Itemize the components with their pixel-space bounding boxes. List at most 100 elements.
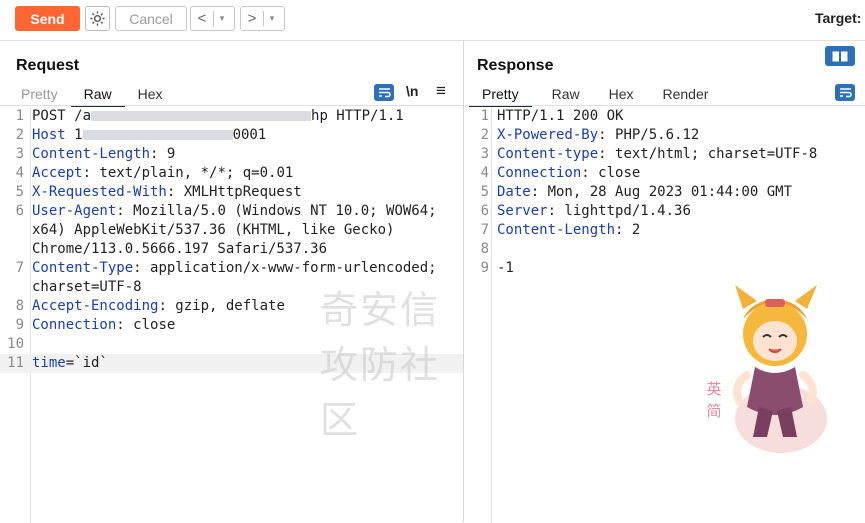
tab-hex[interactable]: Hex xyxy=(593,85,647,105)
tab-raw[interactable]: Raw xyxy=(70,85,125,107)
header-key: Content-Length xyxy=(32,146,151,162)
menu-icon[interactable]: ≡ xyxy=(436,81,446,101)
redacted-block xyxy=(82,130,233,140)
wrapped-text: charset=UTF-8 xyxy=(32,279,142,295)
code-line: 8 xyxy=(465,240,865,259)
line-number: 6 xyxy=(15,203,24,219)
code-line: 5 Date: Mon, 28 Aug 2023 01:44:00 GMT xyxy=(465,183,865,202)
back-history-dropdown[interactable]: ▾ xyxy=(214,13,230,24)
line-number: 4 xyxy=(15,165,24,181)
line-number: 8 xyxy=(15,298,24,314)
line-suffix: hp HTTP/1.1 xyxy=(311,108,404,124)
header-key: time xyxy=(32,355,66,371)
header-key: Accept-Encoding xyxy=(32,298,159,314)
line-number: 11 xyxy=(7,355,24,371)
request-title: Request xyxy=(16,57,80,74)
toolbar: Send Cancel < ▾ > ▾ Target: xyxy=(0,0,865,41)
sticker-text: 英 简 xyxy=(706,381,722,420)
back-nav-group: < ▾ xyxy=(190,6,235,31)
header-value: : application/x-www-form-urlencoded; xyxy=(133,260,437,276)
line-number: 5 xyxy=(15,184,24,200)
header-value: : close xyxy=(581,165,641,181)
code-line: 5 X-Requested-With: XMLHttpRequest xyxy=(0,183,463,202)
split-view-icon xyxy=(832,51,848,61)
word-wrap-button[interactable] xyxy=(374,84,394,101)
tab-render[interactable]: Render xyxy=(647,85,722,105)
word-wrap-icon xyxy=(839,88,852,98)
header-value: 1 xyxy=(65,127,83,143)
back-button[interactable]: < xyxy=(191,10,213,27)
header-value: : gzip, deflate xyxy=(158,298,285,314)
tab-hex[interactable]: Hex xyxy=(125,85,176,105)
header-key: Server xyxy=(497,203,548,219)
code-line: 7 Content-Length: 2 xyxy=(465,221,865,240)
header-value: : 2 xyxy=(615,222,641,238)
anime-sticker-image xyxy=(733,285,827,453)
line-number: 2 xyxy=(480,127,489,143)
line-text: HTTP/1.1 200 OK xyxy=(497,108,624,124)
line-number: 1 xyxy=(480,108,489,124)
code-line: 6 User-Agent: Mozilla/5.0 (Windows NT 10.… xyxy=(0,202,463,221)
header-value: : XMLHttpRequest xyxy=(166,184,302,200)
cancel-button[interactable]: Cancel xyxy=(115,6,187,31)
line-number: 5 xyxy=(480,184,489,200)
header-key: User-Agent xyxy=(32,203,117,219)
wrapped-text: x64) AppleWebKit/537.36 (KHTML, like Gec… xyxy=(32,222,395,238)
line-number: 2 xyxy=(15,127,24,143)
header-value: : lighttpd/1.4.36 xyxy=(547,203,691,219)
tab-pretty[interactable]: Pretty xyxy=(8,85,71,105)
header-key: Content-Type xyxy=(32,260,134,276)
line-number: 3 xyxy=(480,146,489,162)
header-key: Connection xyxy=(32,317,117,333)
header-value: : text/plain, */*; q=0.01 xyxy=(82,165,294,181)
word-wrap-button[interactable] xyxy=(835,84,855,101)
send-button[interactable]: Send xyxy=(15,6,80,31)
line-number: 8 xyxy=(480,241,489,257)
header-value: : 9 xyxy=(150,146,176,162)
header-value: =`id` xyxy=(65,355,108,371)
line-number: 9 xyxy=(480,260,489,276)
line-suffix: 0001 xyxy=(232,127,267,143)
header-value: : text/html; charset=UTF-8 xyxy=(598,146,818,162)
redacted-block xyxy=(91,111,312,121)
code-line: 1 HTTP/1.1 200 OK xyxy=(465,107,865,126)
forward-history-dropdown[interactable]: ▾ xyxy=(264,13,280,24)
layout-toggle-button[interactable] xyxy=(825,46,855,66)
line-number: 10 xyxy=(7,336,24,352)
tab-divider xyxy=(0,105,463,106)
code-line: 2 Host 1 0001 xyxy=(0,126,463,145)
code-line: x64) AppleWebKit/537.36 (KHTML, like Gec… xyxy=(0,221,463,240)
line-text: POST /a xyxy=(32,108,92,124)
line-number: 6 xyxy=(480,203,489,219)
header-key: Content-Length xyxy=(497,222,616,238)
code-line: 7 Content-Type: application/x-www-form-ur… xyxy=(0,259,463,278)
header-key: Host xyxy=(32,127,66,143)
forward-nav-group: > ▾ xyxy=(240,6,285,31)
line-number: 9 xyxy=(15,317,24,333)
line-number: 3 xyxy=(15,146,24,162)
request-tabs: Pretty Raw Hex xyxy=(8,85,176,107)
code-line: 6 Server: lighttpd/1.4.36 xyxy=(465,202,865,221)
wrapped-text: Chrome/113.0.5666.197 Safari/537.36 xyxy=(32,241,328,257)
line-number: 4 xyxy=(480,165,489,181)
code-line: 3 Content-type: text/html; charset=UTF-8 xyxy=(465,145,865,164)
header-value: : close xyxy=(116,317,176,333)
forward-button[interactable]: > xyxy=(241,10,263,27)
watermark-text: 奇安信攻防社区 xyxy=(320,288,441,442)
code-line: 1 POST /a hp HTTP/1.1 xyxy=(0,107,463,126)
target-label[interactable]: Target: xyxy=(815,10,861,26)
code-line: 4 Connection: close xyxy=(465,164,865,183)
response-title: Response xyxy=(477,57,554,74)
header-key: Content-type xyxy=(497,146,599,162)
settings-button[interactable] xyxy=(85,6,110,31)
tab-pretty[interactable]: Pretty xyxy=(469,85,532,107)
code-line: Chrome/113.0.5666.197 Safari/537.36 xyxy=(0,240,463,259)
tab-raw[interactable]: Raw xyxy=(532,85,593,105)
header-value: : Mozilla/5.0 (Windows NT 10.0; WOW64; xyxy=(116,203,437,219)
header-key: X-Requested-With xyxy=(32,184,167,200)
response-pane: Response Pretty Raw Hex Render 1 HTTP/1.1… xyxy=(465,41,865,523)
header-key: Connection xyxy=(497,165,582,181)
newline-toggle[interactable]: \n xyxy=(406,83,418,99)
line-number: 1 xyxy=(15,108,24,124)
code-line: 2 X-Powered-By: PHP/5.6.12 xyxy=(465,126,865,145)
